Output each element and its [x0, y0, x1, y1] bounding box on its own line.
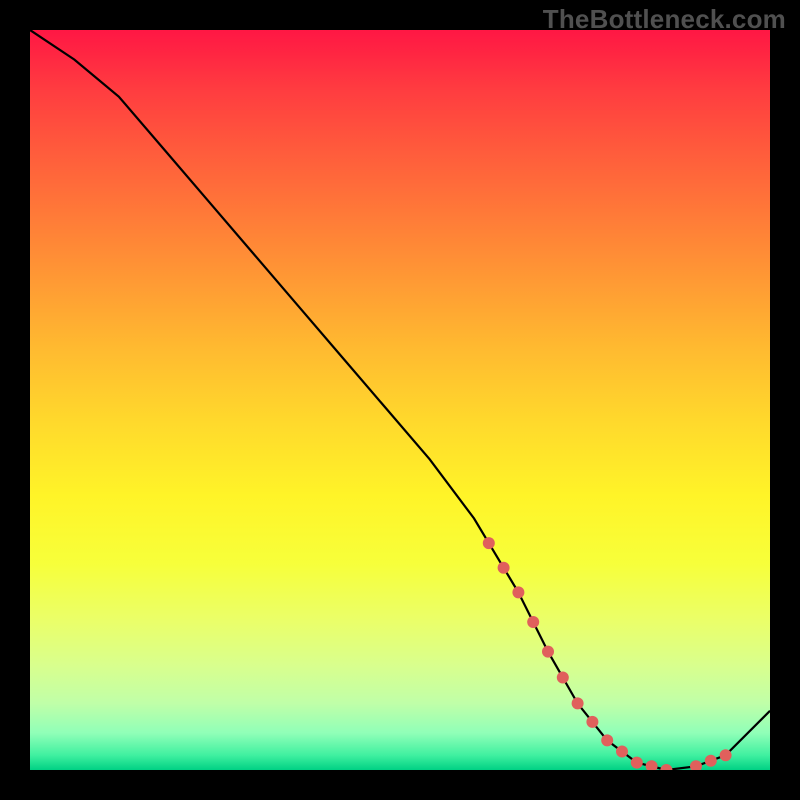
- curve-marker: [483, 537, 495, 549]
- curve-marker: [720, 749, 732, 761]
- curve-marker: [527, 616, 539, 628]
- curve-marker: [572, 697, 584, 709]
- chart-frame: TheBottleneck.com: [0, 0, 800, 800]
- watermark-text: TheBottleneck.com: [543, 4, 786, 35]
- curve-marker: [705, 755, 717, 767]
- curve-marker: [646, 760, 658, 770]
- curve-marker: [557, 672, 569, 684]
- curve-marker: [586, 716, 598, 728]
- curve-markers: [483, 537, 732, 770]
- bottleneck-curve: [30, 30, 770, 770]
- curve-marker: [616, 746, 628, 758]
- plot-svg: [30, 30, 770, 770]
- curve-marker: [690, 760, 702, 770]
- curve-marker: [601, 734, 613, 746]
- curve-marker: [542, 646, 554, 658]
- curve-marker: [660, 764, 672, 770]
- plot-area: [30, 30, 770, 770]
- curve-marker: [631, 757, 643, 769]
- curve-marker: [498, 562, 510, 574]
- curve-marker: [512, 586, 524, 598]
